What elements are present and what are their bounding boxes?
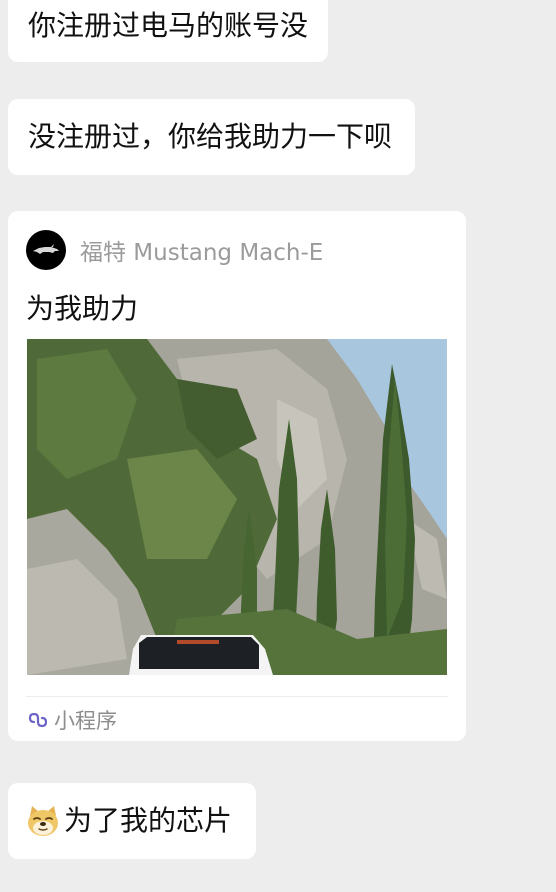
message-bubble-2[interactable]: 没注册过，你给我助力一下呗 xyxy=(8,99,415,175)
mustang-logo-icon xyxy=(26,230,66,270)
doge-face-icon xyxy=(28,806,58,836)
card-cover-image xyxy=(27,339,447,675)
message-bubble-3[interactable]: 为了我的芯片 xyxy=(8,783,256,859)
card-header: 福特 Mustang Mach-E xyxy=(26,229,323,271)
card-divider xyxy=(26,696,448,697)
app-name: 福特 Mustang Mach-E xyxy=(80,240,324,266)
mini-program-card[interactable]: 福特 Mustang Mach-E 为我助力 小程序 xyxy=(8,211,466,741)
mini-program-link-icon xyxy=(26,709,48,731)
message-bubble-1[interactable]: 你注册过电马的账号没 xyxy=(8,0,328,62)
card-footer: 小程序 xyxy=(26,705,117,735)
message-text: 为了我的芯片 xyxy=(64,804,233,838)
mini-program-label: 小程序 xyxy=(54,709,117,733)
message-text: 没注册过，你给我助力一下呗 xyxy=(28,120,393,154)
card-title: 为我助力 xyxy=(26,292,139,325)
message-text: 你注册过电马的账号没 xyxy=(28,9,309,43)
